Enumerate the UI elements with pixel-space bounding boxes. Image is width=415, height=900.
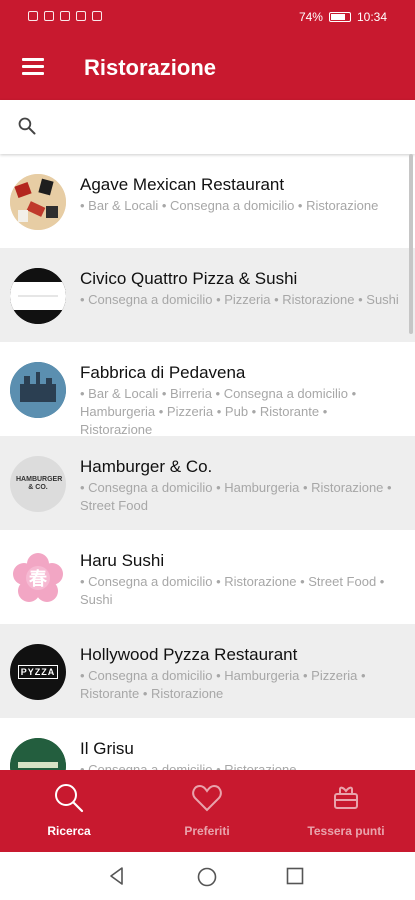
restaurant-avatar: PYZZA [10,644,66,700]
tab-tessera-punti[interactable]: Tessera punti [277,770,415,852]
menu-icon[interactable] [22,58,44,76]
list-item[interactable]: Agave Mexican Restaurant • Bar & Locali … [0,154,415,248]
scrollbar[interactable] [409,154,413,334]
list-item[interactable]: 春 Haru Sushi • Consegna a domicilio • Ri… [0,530,415,624]
search-bar[interactable] [0,100,415,154]
home-icon[interactable] [196,866,218,888]
tab-preferiti[interactable]: Preferiti [138,770,276,852]
restaurant-name: Hollywood Pyzza Restaurant [80,645,298,664]
restaurant-list: Agave Mexican Restaurant • Bar & Locali … [0,154,415,770]
restaurant-avatar: HAMBURGER & CO. [10,456,66,512]
restaurant-categories: • Consegna a domicilio • Hamburgeria • P… [80,668,366,701]
tab-label: Tessera punti [307,824,385,838]
sim-icon [28,11,38,21]
restaurant-name: Fabbrica di Pedavena [80,363,246,382]
restaurant-avatar: 春 [10,550,66,606]
status-icons [28,11,102,21]
avatar-logo-text: HAMBURGER & CO. [16,476,63,491]
card-icon [334,786,358,809]
restaurant-name: Civico Quattro Pizza & Sushi [80,269,298,288]
status-bar: 74% 10:34 [0,0,415,36]
list-item[interactable]: Il Grisu • Consegna a domicilio • Ristor… [0,718,415,770]
avatar-logo-text: PYZZA [17,665,59,679]
system-nav-bar [0,852,415,900]
restaurant-categories: • Consegna a domicilio • Ristorazione [80,762,297,770]
list-item[interactable]: Fabbrica di Pedavena • Bar & Locali • Bi… [0,342,415,437]
restaurant-avatar [10,738,66,770]
avatar-logo-text: 春 [29,569,47,589]
vibrate-icon [92,11,102,21]
restaurant-avatar [10,268,66,324]
tab-label: Preferiti [184,824,230,838]
list-item[interactable]: HAMBURGER & CO. Hamburger & Co. • Conseg… [0,436,415,530]
restaurant-avatar [10,174,66,230]
nfc-icon [60,11,70,21]
bottom-tab-bar: Ricerca Preferiti Tessera punti [0,770,415,852]
back-icon[interactable] [107,866,127,886]
search-icon [55,784,84,813]
restaurant-name: Hamburger & Co. [80,457,213,476]
restaurant-name: Agave Mexican Restaurant [80,175,285,194]
list-item[interactable]: PYZZA Hollywood Pyzza Restaurant • Conse… [0,624,415,718]
restaurant-categories: • Consegna a domicilio • Hamburgeria • R… [80,480,392,513]
restaurant-name: Il Grisu [80,739,134,758]
clock: 10:34 [356,10,387,24]
page-title: Ristorazione [84,55,217,80]
recents-icon[interactable] [286,867,304,885]
search-icon[interactable] [17,116,37,136]
restaurant-name: Haru Sushi [80,551,165,570]
tab-label: Ricerca [47,824,91,838]
battery-percent: 74% [298,10,323,24]
battery-icon [328,12,351,22]
wifi-icon [44,11,54,21]
restaurant-categories: • Bar & Locali • Birreria • Consegna a d… [80,386,357,437]
list-item[interactable]: Civico Quattro Pizza & Sushi • Consegna … [0,248,415,342]
restaurant-avatar [10,362,66,418]
tab-ricerca[interactable]: Ricerca [0,770,138,852]
app-bar: Ristorazione [0,36,415,100]
bluetooth-icon [76,11,86,21]
heart-icon [192,784,222,812]
restaurant-categories: • Consegna a domicilio • Pizzeria • Rist… [80,292,399,307]
restaurant-categories: • Consegna a domicilio • Ristorazione • … [80,574,385,607]
restaurant-categories: • Bar & Locali • Consegna a domicilio • … [80,198,379,213]
